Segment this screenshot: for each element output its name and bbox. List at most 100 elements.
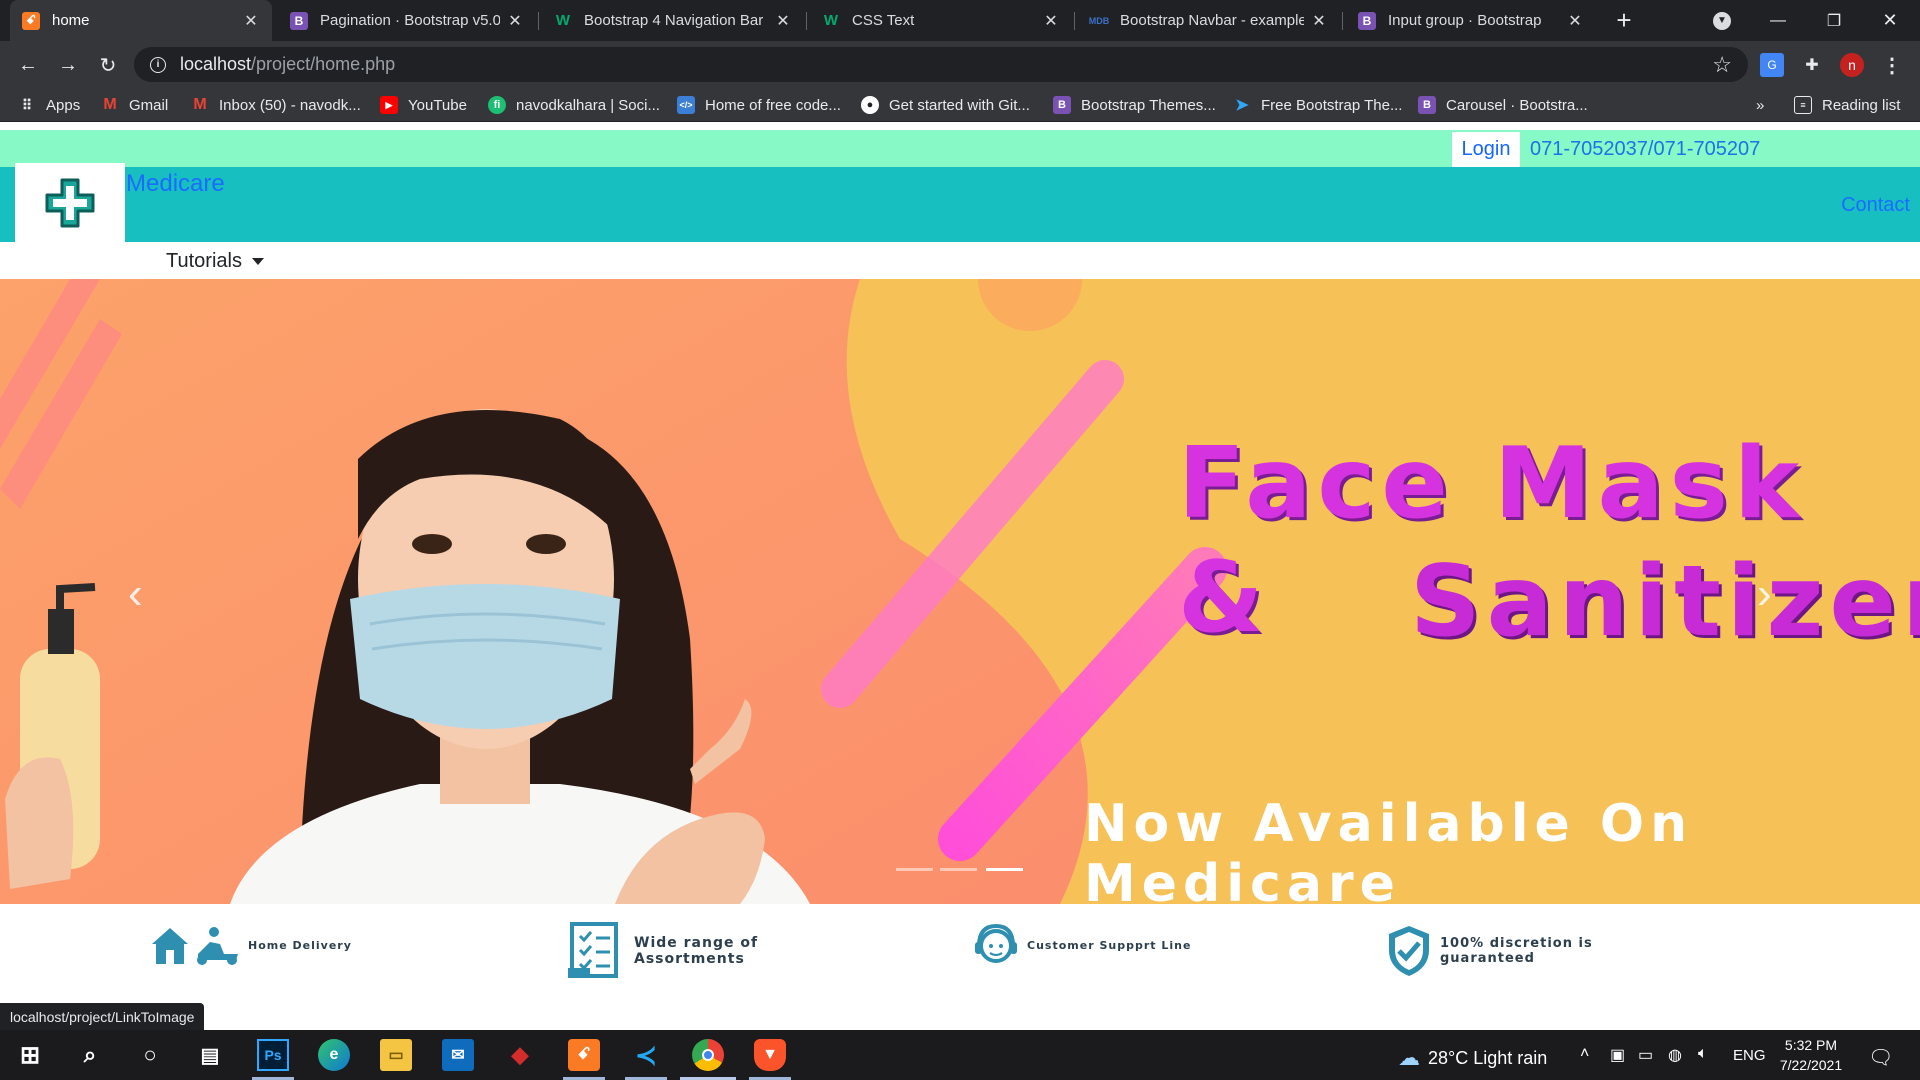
feature-label: 100% discretion is	[1440, 936, 1593, 951]
xampp-icon[interactable]: ꗃ	[568, 1039, 600, 1071]
bookmark-star-icon[interactable]: ☆	[1712, 52, 1732, 78]
bookmark-gmail[interactable]: M Gmail	[101, 94, 168, 116]
chrome-icon[interactable]	[692, 1039, 724, 1071]
close-icon[interactable]: ✕	[1310, 11, 1328, 31]
restore-button[interactable]: ❐	[1806, 0, 1862, 41]
close-icon[interactable]: ✕	[1042, 11, 1060, 31]
tab-title: CSS Text	[852, 12, 915, 29]
hero-subheadline: Now Available On Medicare	[1084, 794, 1694, 904]
vscode-icon[interactable]: ≺	[630, 1039, 662, 1071]
chevron-up-icon[interactable]: ˄	[1580, 1045, 1589, 1063]
youtube-icon: ▶	[380, 96, 398, 114]
close-icon[interactable]: ✕	[1566, 11, 1584, 31]
file-explorer-icon[interactable]: ▭	[380, 1039, 412, 1071]
tab-separator	[1342, 12, 1343, 30]
tutorials-dropdown[interactable]: Tutorials	[166, 250, 264, 273]
contact-topbar: Login 071-7052037/071-705207	[0, 130, 1920, 167]
tutorials-label: Tutorials	[166, 250, 242, 272]
site-logo[interactable]	[15, 163, 125, 242]
bookmark-freecodecamp[interactable]: </> Home of free code...	[677, 94, 841, 116]
reading-list-label: Reading list	[1822, 96, 1901, 114]
photoshop-icon[interactable]: Ps	[257, 1039, 289, 1071]
tab-input-group[interactable]: B Input group · Bootstrap ✕	[1346, 0, 1596, 41]
forward-button[interactable]: →	[52, 49, 84, 81]
bookmark-bootstrap-themes[interactable]: B Bootstrap Themes...	[1053, 94, 1216, 116]
close-icon[interactable]: ✕	[774, 11, 792, 31]
notifications-icon[interactable]: 🗨︎	[1868, 1045, 1893, 1070]
tab-css-text[interactable]: W CSS Text ✕	[810, 0, 1072, 41]
carousel-prev-button[interactable]: ‹	[128, 569, 143, 619]
tab-home[interactable]: ꗃ home ✕	[10, 0, 272, 41]
bootstrap-icon: B	[1418, 96, 1436, 114]
medical-cross-icon	[45, 178, 95, 227]
info-icon[interactable]: i	[150, 56, 166, 73]
brave-icon[interactable]: ▼	[754, 1039, 786, 1071]
volume-icon[interactable]: 🔈︎	[1698, 1045, 1708, 1063]
task-view-icon[interactable]: ▤	[194, 1039, 226, 1071]
delivery-icon	[152, 927, 238, 965]
tab-pagination[interactable]: B Pagination · Bootstrap v5.0 ✕	[278, 0, 536, 41]
menu-kebab-icon[interactable]: ⋮	[1880, 53, 1904, 77]
apps-grid-icon: ⠿	[21, 96, 33, 113]
anydesk-icon[interactable]: ◆	[504, 1039, 536, 1071]
browser-toolbar: ← → ↻ i localhost/project/home.php ☆ G ✚…	[0, 41, 1920, 88]
network-globe-icon[interactable]: ◍	[1668, 1045, 1682, 1065]
carousel-indicator-2[interactable]	[940, 868, 977, 871]
mail-icon[interactable]: ✉	[442, 1039, 474, 1071]
close-icon[interactable]: ✕	[242, 11, 260, 31]
chrome-center-icon	[702, 1049, 714, 1061]
minimize-button[interactable]: —	[1750, 0, 1806, 41]
bookmark-apps[interactable]: ⠿ Apps	[18, 94, 80, 116]
carousel-indicator-3[interactable]	[986, 868, 1023, 871]
gmail-icon: M	[193, 96, 207, 113]
bookmark-label: YouTube	[408, 96, 467, 114]
bookmark-free-bootstrap[interactable]: ➤ Free Bootstrap The...	[1233, 94, 1402, 116]
bookmark-carousel[interactable]: B Carousel · Bootstra...	[1418, 94, 1588, 116]
windows-start-icon[interactable]: ⊞	[14, 1039, 46, 1071]
fiverr-icon: fi	[488, 96, 506, 114]
brand-link[interactable]: Medicare	[126, 170, 225, 198]
close-window-button[interactable]: ✕	[1862, 0, 1918, 41]
bookmark-label: Bootstrap Themes...	[1081, 96, 1216, 114]
reload-button[interactable]: ↻	[92, 49, 124, 81]
search-icon[interactable]: ⌕	[74, 1039, 106, 1071]
tab-navbar-example[interactable]: MDB Bootstrap Navbar - example ✕	[1078, 0, 1340, 41]
profile-avatar[interactable]: n	[1840, 53, 1864, 77]
meet-now-icon[interactable]: ▣	[1610, 1045, 1625, 1065]
bookmark-label: Gmail	[129, 96, 169, 114]
address-bar[interactable]: i localhost/project/home.php ☆	[134, 47, 1748, 82]
bookmark-youtube[interactable]: ▶ YouTube	[380, 94, 467, 116]
bookmark-label: Carousel · Bootstra...	[1446, 96, 1588, 114]
login-button[interactable]: Login	[1452, 132, 1520, 167]
new-tab-button[interactable]: +	[1596, 0, 1652, 41]
battery-icon[interactable]: ▭	[1638, 1045, 1653, 1065]
cortana-icon[interactable]: ○	[134, 1039, 166, 1071]
tab-navigation-bar[interactable]: W Bootstrap 4 Navigation Bar ✕	[542, 0, 804, 41]
close-icon[interactable]: ✕	[506, 11, 524, 31]
weather-widget[interactable]: ☁ 28°C Light rain	[1398, 1045, 1547, 1071]
feature-label: guaranteed	[1440, 951, 1535, 966]
bookmark-fiverr[interactable]: fi navodkalhara | Soci...	[488, 94, 660, 116]
bookmarks-overflow-button[interactable]: »	[1756, 94, 1764, 116]
tab-search-button[interactable]: ▼	[1694, 0, 1750, 41]
edge-icon[interactable]: e	[318, 1039, 350, 1071]
extensions-puzzle-icon[interactable]: ✚	[1800, 53, 1824, 77]
clock[interactable]: 5:32 PM 7/22/2021	[1776, 1035, 1846, 1075]
language-indicator[interactable]: ENG	[1733, 1047, 1766, 1064]
bookmark-label: Inbox (50) - navodk...	[219, 96, 361, 114]
feature-label: Wide range of	[634, 935, 759, 951]
carousel-next-button[interactable]: ›	[1757, 569, 1772, 619]
bootstrap-icon: B	[1358, 11, 1376, 30]
translate-extension-icon[interactable]: G	[1760, 53, 1784, 77]
bookmark-inbox[interactable]: M Inbox (50) - navodk...	[191, 94, 361, 116]
carousel-indicator-1[interactable]	[896, 868, 933, 871]
menu-bar: Tutorials	[0, 242, 1920, 279]
bookmark-github[interactable]: ● Get started with Git...	[861, 94, 1030, 116]
back-button[interactable]: ←	[12, 49, 44, 81]
reading-list-button[interactable]: ≡ Reading list	[1794, 94, 1900, 116]
feature-wide-range: Wide range of Assortments	[566, 922, 758, 980]
gmail-icon: M	[103, 96, 117, 113]
clock-time: 5:32 PM	[1784, 1037, 1838, 1053]
windows-taskbar: ⊞ ⌕ ○ ▤ Ps e ▭ ✉ ◆ ꗃ ≺ ▼ ☁ 28°C Light ra…	[0, 1030, 1920, 1080]
contact-link[interactable]: Contact	[1841, 194, 1910, 217]
